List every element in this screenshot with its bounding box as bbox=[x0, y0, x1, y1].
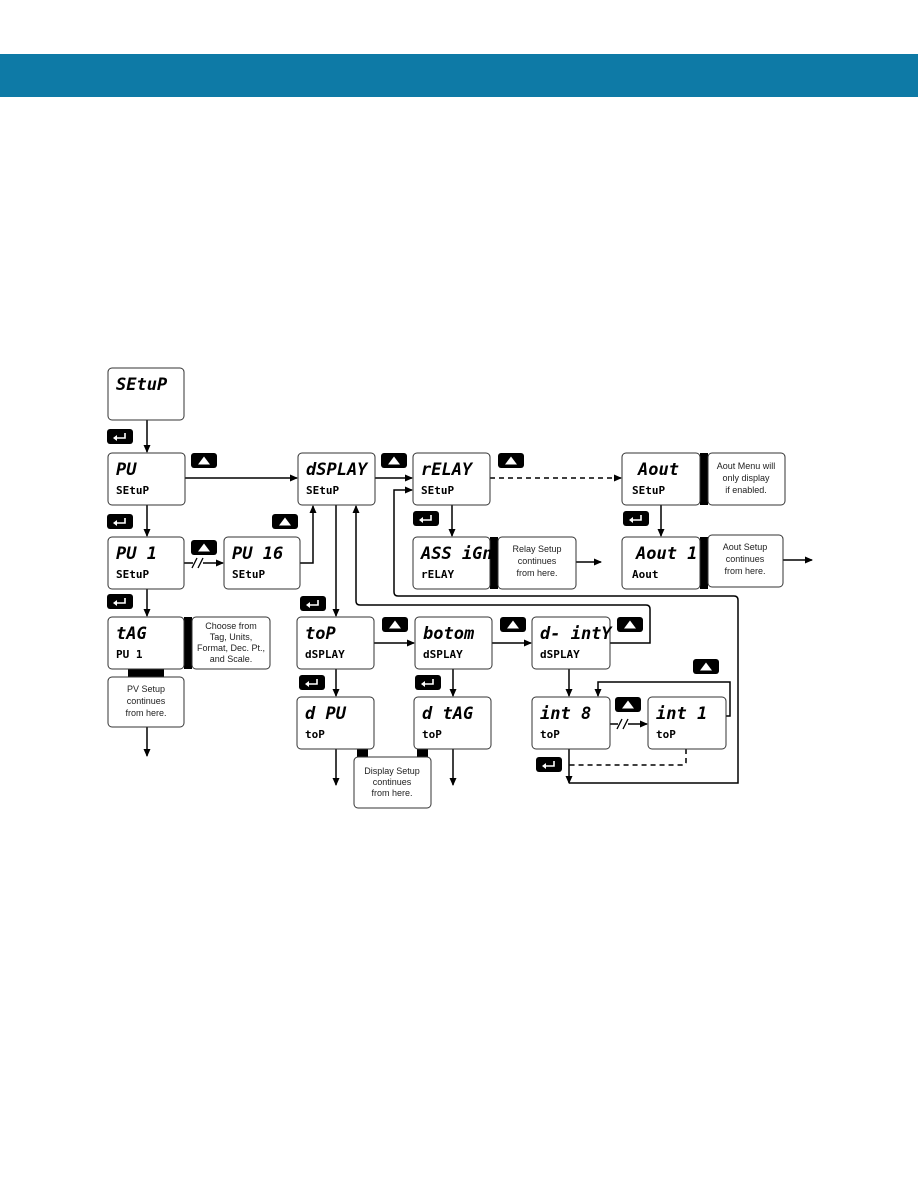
svg-text:PU: PU bbox=[116, 460, 137, 480]
svg-text:tAG: tAG bbox=[116, 624, 147, 644]
note-pv-setup-continues: PV Setup continues from here. bbox=[107, 676, 185, 728]
node-pv16-setup: PU 16 SEtuP bbox=[223, 536, 301, 590]
node-assign-relay: ASS iGn rELAY bbox=[412, 536, 493, 590]
svg-text:from here.: from here. bbox=[371, 788, 412, 798]
up-button-icon bbox=[272, 514, 298, 529]
node-d-tag-top: d tAG toP bbox=[413, 696, 492, 750]
svg-text:Choose from: Choose from bbox=[205, 621, 257, 631]
svg-text:Aout 1: Aout 1 bbox=[635, 544, 697, 564]
enter-button-icon bbox=[414, 674, 442, 691]
node-relay-setup: rELAY SEtuP bbox=[412, 452, 491, 506]
svg-text:dSPLAY: dSPLAY bbox=[540, 648, 580, 661]
up-button-icon bbox=[693, 659, 719, 674]
up-button-icon bbox=[615, 697, 641, 712]
svg-text:SEtuP: SEtuP bbox=[116, 568, 149, 581]
svg-text:PV Setup: PV Setup bbox=[127, 684, 165, 694]
svg-text:botom: botom bbox=[423, 624, 475, 644]
node-pv1-setup: PU 1 SEtuP bbox=[107, 536, 185, 590]
svg-text:dSPLAY: dSPLAY bbox=[423, 648, 463, 661]
svg-text:ASS iGn: ASS iGn bbox=[420, 544, 493, 564]
svg-text:int 1: int 1 bbox=[656, 704, 707, 724]
svg-text:continues: continues bbox=[373, 777, 412, 787]
enter-button-icon bbox=[106, 428, 134, 445]
svg-text:dSPLAY: dSPLAY bbox=[306, 460, 369, 480]
svg-text:rELAY: rELAY bbox=[421, 568, 454, 581]
svg-text:from here.: from here. bbox=[125, 708, 166, 718]
node-int1-top: int 1 toP bbox=[647, 696, 727, 750]
svg-text:SEtuP: SEtuP bbox=[116, 484, 149, 497]
svg-text:d tAG: d tAG bbox=[422, 704, 473, 724]
up-button-icon bbox=[617, 617, 643, 632]
svg-text:Aout: Aout bbox=[637, 460, 679, 480]
up-button-icon bbox=[500, 617, 526, 632]
svg-text:PU 1: PU 1 bbox=[116, 544, 157, 564]
svg-text:PU 1: PU 1 bbox=[116, 648, 143, 661]
svg-text:toP: toP bbox=[656, 728, 676, 741]
svg-text:Aout: Aout bbox=[632, 568, 659, 581]
svg-text:Tag, Units,: Tag, Units, bbox=[210, 632, 253, 642]
node-tag-pv1: tAG PU 1 bbox=[107, 616, 185, 670]
svg-text:SEtuP: SEtuP bbox=[421, 484, 454, 497]
up-button-icon bbox=[498, 453, 524, 468]
enter-button-icon bbox=[412, 510, 440, 527]
svg-text:continues: continues bbox=[726, 554, 765, 564]
svg-text:toP: toP bbox=[422, 728, 442, 741]
up-button-icon bbox=[381, 453, 407, 468]
node-d-pv-top: d PU toP bbox=[296, 696, 375, 750]
svg-text:SEtuP: SEtuP bbox=[116, 375, 168, 395]
up-button-icon bbox=[382, 617, 408, 632]
node-d-inty-display: d- intY dSPLAY bbox=[531, 616, 613, 670]
svg-text:Format, Dec. Pt.,: Format, Dec. Pt., bbox=[197, 643, 265, 653]
up-button-icon bbox=[191, 453, 217, 468]
note-relay-setup-continues: Relay Setup continues from here. bbox=[497, 536, 577, 590]
node-int8-top: int 8 toP bbox=[531, 696, 611, 750]
note-aout-menu: Aout Menu will only display if enabled. bbox=[707, 452, 786, 506]
enter-button-icon bbox=[298, 674, 326, 691]
svg-text:only display: only display bbox=[722, 473, 770, 483]
node-pv-setup: PU SEtuP bbox=[107, 452, 186, 506]
svg-text:toP: toP bbox=[540, 728, 560, 741]
svg-text:toP: toP bbox=[305, 728, 325, 741]
svg-text:dSPLAY: dSPLAY bbox=[305, 648, 345, 661]
svg-text:and Scale.: and Scale. bbox=[210, 654, 253, 664]
setup-menu-flow-diagram: SEtuP PU SEtuP PU 1 SEtuP PU 16 SEtuP tAG PU… bbox=[106, 367, 813, 809]
enter-button-icon bbox=[106, 593, 134, 610]
svg-text:Relay Setup: Relay Setup bbox=[512, 544, 561, 554]
up-button-icon bbox=[191, 540, 217, 555]
svg-text:Aout Menu will: Aout Menu will bbox=[717, 461, 776, 471]
svg-text:rELAY: rELAY bbox=[421, 460, 474, 480]
svg-text:int 8: int 8 bbox=[540, 704, 591, 724]
svg-text:SEtuP: SEtuP bbox=[306, 484, 339, 497]
node-bottom-display: botom dSPLAY bbox=[414, 616, 493, 670]
svg-text:from here.: from here. bbox=[516, 568, 557, 578]
enter-button-icon bbox=[622, 510, 650, 527]
svg-text:SEtuP: SEtuP bbox=[632, 484, 665, 497]
svg-text:SEtuP: SEtuP bbox=[232, 568, 265, 581]
note-display-setup-continues: Display Setup continues from here. bbox=[353, 756, 432, 809]
svg-text:d PU: d PU bbox=[305, 704, 347, 724]
svg-text:continues: continues bbox=[518, 556, 557, 566]
svg-text:Display Setup: Display Setup bbox=[364, 766, 420, 776]
node-setup: SEtuP bbox=[107, 367, 185, 421]
enter-button-icon bbox=[106, 513, 134, 530]
svg-text:from here.: from here. bbox=[724, 566, 765, 576]
svg-text:Aout Setup: Aout Setup bbox=[723, 542, 768, 552]
svg-text:PU 16: PU 16 bbox=[232, 544, 283, 564]
enter-button-icon bbox=[299, 595, 327, 612]
node-aout-setup: Aout SEtuP bbox=[621, 452, 701, 506]
svg-text:continues: continues bbox=[127, 696, 166, 706]
svg-text:toP: toP bbox=[305, 624, 336, 644]
enter-button-icon bbox=[535, 756, 563, 773]
node-aout1: Aout 1 Aout bbox=[621, 536, 701, 590]
svg-text:d- intY: d- intY bbox=[540, 624, 613, 644]
node-top-display: toP dSPLAY bbox=[296, 616, 375, 670]
note-choose-from: Choose from Tag, Units, Format, Dec. Pt.… bbox=[191, 616, 271, 670]
note-aout-setup-continues: Aout Setup continues from here. bbox=[707, 534, 784, 588]
svg-text:if enabled.: if enabled. bbox=[725, 485, 767, 495]
node-display-setup: dSPLAY SEtuP bbox=[297, 452, 376, 506]
